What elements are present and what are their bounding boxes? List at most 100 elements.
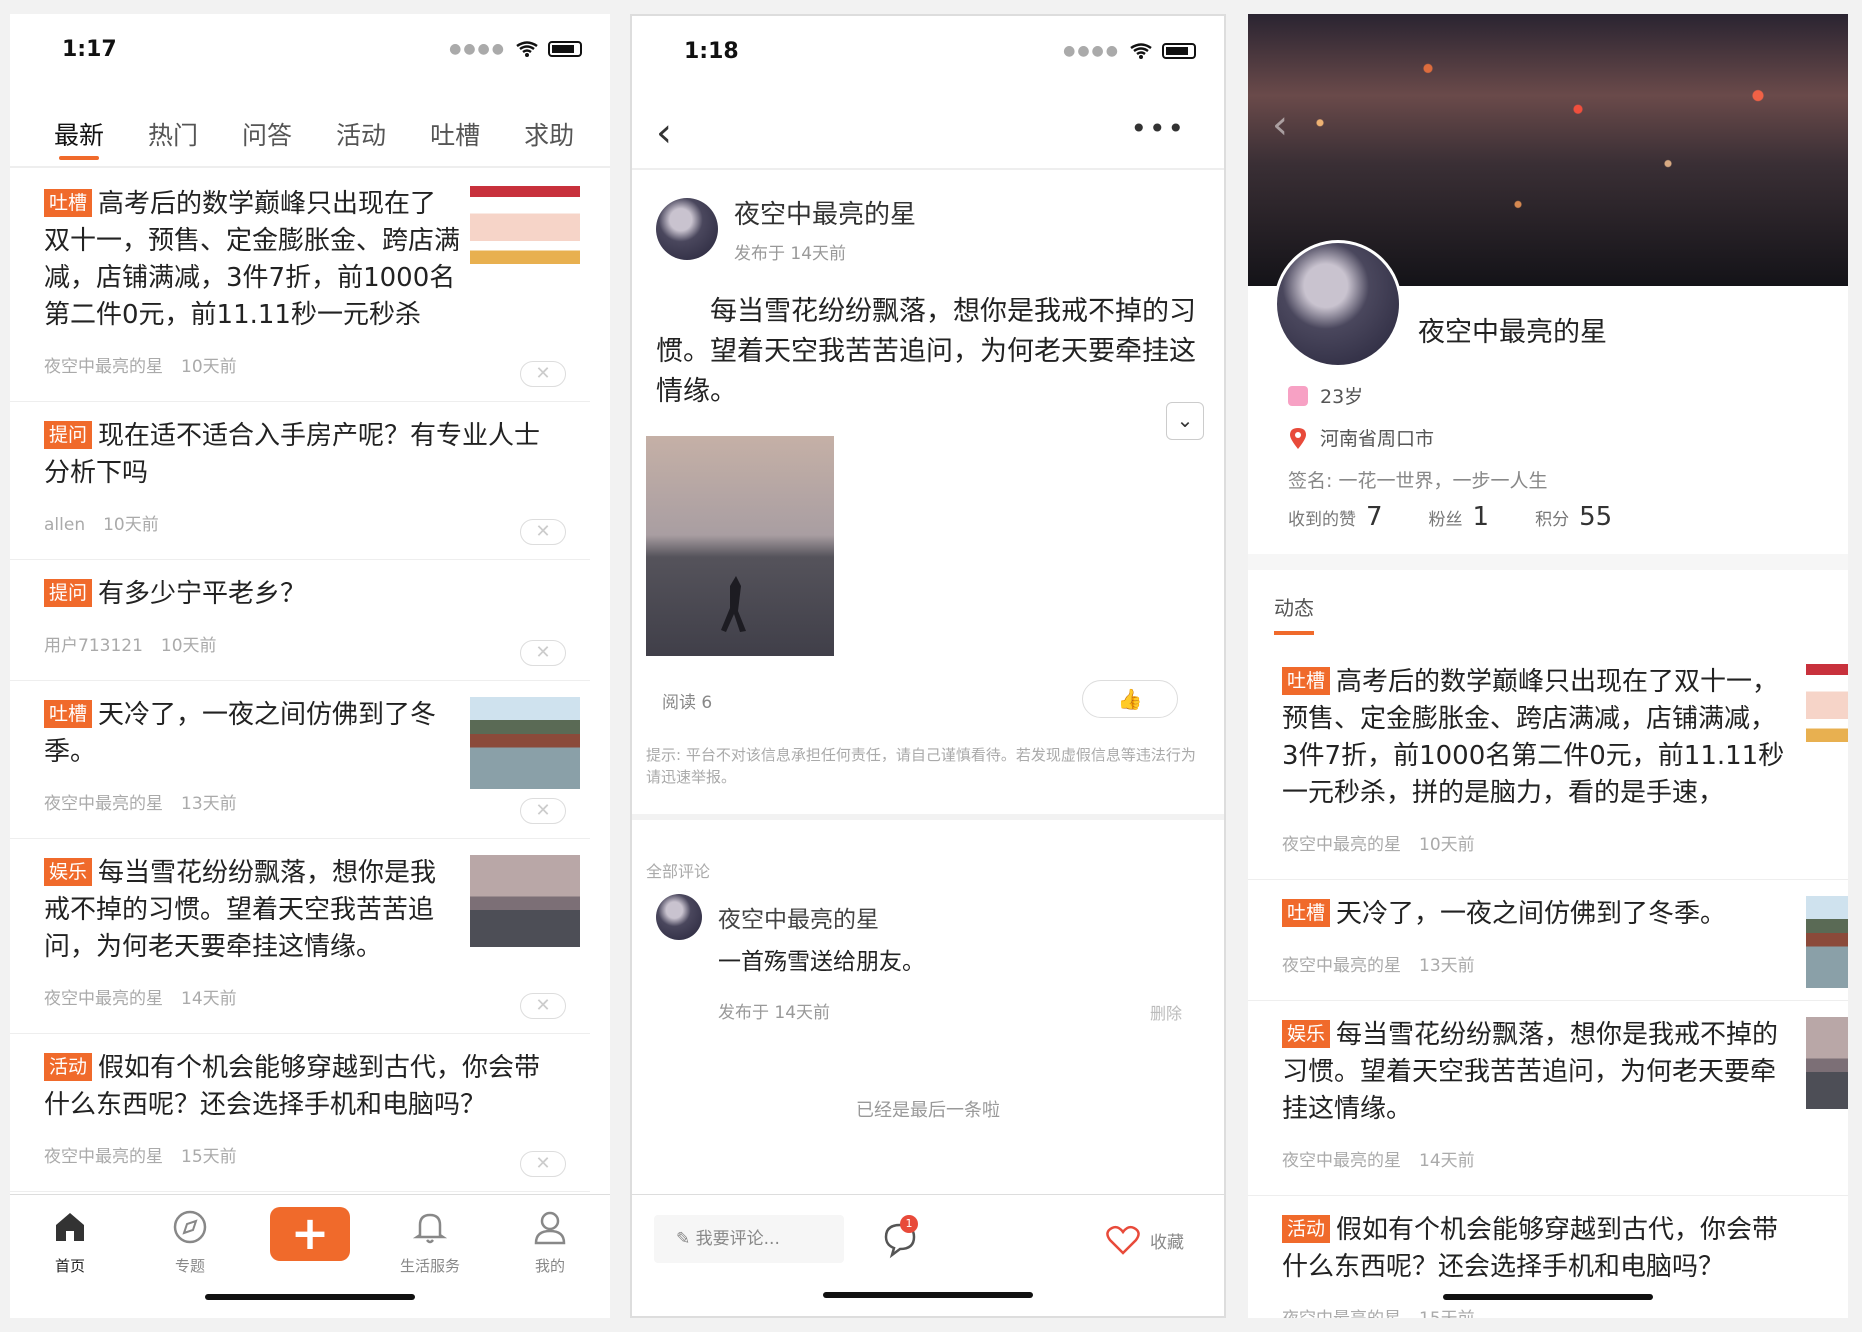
divider	[10, 166, 610, 168]
dismiss-icon[interactable]: ✕	[520, 519, 566, 545]
tab-topics-label: 专题	[174, 1257, 205, 1275]
tab-help[interactable]: 求助	[524, 104, 574, 166]
divider	[1248, 554, 1848, 570]
post-title: 吐槽 高考后的数学巅峰只出现在了双十一，预售、定金膨胀金、跨店满减，店铺满减，3件…	[44, 186, 460, 334]
tab-hot[interactable]: 热门	[148, 104, 198, 166]
post-title: 活动 假如有个机会能够穿越到古代，你会带什么东西呢？还会选择手机和电脑吗？	[1282, 1212, 1788, 1286]
status-time: 1:17	[62, 36, 117, 62]
post-author: 夜空中最亮的星	[44, 1147, 163, 1167]
dismiss-icon[interactable]: ✕	[520, 798, 566, 824]
age-icon	[1288, 385, 1308, 406]
post-author: 夜空中最亮的星	[44, 794, 163, 814]
post-meta: 夜空中最亮的星 13天前	[1282, 951, 1788, 976]
points-stat[interactable]: 积分 55	[1535, 502, 1612, 532]
avatar[interactable]	[1274, 240, 1402, 368]
comment-time: 发布于 14天前	[718, 1003, 831, 1023]
post-time: 发布于 14天前	[734, 244, 847, 264]
user-icon	[534, 1211, 566, 1245]
category-tag: 吐槽	[1282, 899, 1331, 927]
post-time: 10天前	[103, 515, 159, 535]
post-content: 每当雪花纷纷飘落，想你是我戒不掉的习惯。望着天空我苦苦追问，为何老天要牵挂这情缘…	[656, 296, 1196, 407]
favorite-label: 收藏	[1150, 1232, 1184, 1253]
post-thumbnail[interactable]	[1806, 896, 1848, 988]
post-image[interactable]	[646, 436, 834, 656]
tab-latest[interactable]: 最新	[54, 104, 104, 166]
list-item[interactable]: 娱乐 每当雪花纷纷飘落，想你是我戒不掉的习惯。望着天空我苦苦追问，为何老天要牵挂这…	[10, 839, 590, 1034]
post-author[interactable]: 夜空中最亮的星 发布于 14天前	[656, 194, 916, 264]
read-count: 阅读 6	[662, 693, 713, 713]
dismiss-icon[interactable]: ✕	[520, 640, 566, 666]
post-meta: allen 10天前	[44, 510, 556, 535]
post-meta: 夜空中最亮的星 10天前	[44, 352, 460, 377]
end-of-list: 已经是最后一条啦	[856, 1100, 1000, 1121]
home-indicator	[1443, 1294, 1653, 1300]
dismiss-icon[interactable]: ✕	[520, 993, 566, 1019]
post-title-text: 高考后的数学巅峰只出现在了双十一，预售、定金膨胀金、跨店满减，店铺满减，3件7折…	[44, 189, 461, 330]
tab-services[interactable]: 生活服务	[385, 1207, 475, 1318]
list-item[interactable]: 娱乐 每当雪花纷纷飘落，想你是我戒不掉的习惯。望着天空我苦苦追问，为何老天要牵挂这…	[1248, 1001, 1848, 1196]
list-item[interactable]: 活动假如有个机会能够穿越到古代，你会带什么东西呢？还会选择手机和电脑吗？ 夜空中最…	[10, 1034, 590, 1192]
like-button[interactable]: 👍	[1082, 680, 1178, 718]
chevron-down-icon[interactable]: ⌄	[1166, 402, 1204, 440]
post-thumbnail[interactable]	[1806, 1017, 1848, 1109]
post-title-text: 天冷了，一夜之间仿佛到了冬季。	[1336, 899, 1727, 929]
post-title: 吐槽 天冷了，一夜之间仿佛到了冬季。	[1282, 896, 1788, 933]
tab-home[interactable]: 首页	[25, 1207, 115, 1318]
author-name: 夜空中最亮的星	[734, 200, 917, 230]
post-title-text: 假如有个机会能够穿越到古代，你会带什么东西呢？还会选择手机和电脑吗？	[1282, 1215, 1779, 1282]
tab-events[interactable]: 活动	[336, 104, 386, 166]
dismiss-icon[interactable]: ✕	[520, 361, 566, 387]
fans-stat[interactable]: 粉丝 1	[1429, 502, 1490, 532]
post-author: 用户713121	[44, 636, 143, 656]
dismiss-icon[interactable]: ✕	[520, 1151, 566, 1177]
tab-activity[interactable]: 动态	[1274, 592, 1314, 635]
post-thumbnail[interactable]	[470, 855, 580, 947]
signature: 签名: 一花一世界，一步一人生	[1288, 470, 1548, 492]
figure-silhouette-icon	[721, 576, 746, 632]
tab-mine-label: 我的	[534, 1257, 565, 1275]
back-icon[interactable]: ‹	[1272, 102, 1288, 148]
tab-post[interactable]: +	[265, 1207, 355, 1318]
post-author: 夜空中最亮的星	[1282, 1151, 1401, 1171]
post-title: 吐槽 高考后的数学巅峰只出现在了双十一，预售、定金膨胀金、跨店满减，店铺满减，3件…	[1282, 664, 1788, 812]
tab-qa[interactable]: 问答	[242, 104, 292, 166]
wifi-icon	[516, 41, 538, 57]
favorite-button[interactable]: 收藏	[1106, 1225, 1184, 1255]
comment-input[interactable]: ✎ 我要评论...	[654, 1215, 844, 1263]
tab-rant[interactable]: 吐槽	[430, 104, 480, 166]
list-item[interactable]: 吐槽 天冷了，一夜之间仿佛到了冬季。 夜空中最亮的星 13天前 ✕	[10, 681, 590, 839]
heart-icon	[1106, 1225, 1140, 1255]
post-title-text: 有多少宁平老乡？	[98, 579, 307, 609]
post-author: 夜空中最亮的星	[44, 357, 163, 377]
list-item[interactable]: 提问 有多少宁平老乡？ 用户713121 10天前 ✕	[10, 560, 590, 681]
delete-button[interactable]: 删除	[1150, 1000, 1182, 1024]
post-author: 夜空中最亮的星	[1282, 956, 1401, 976]
avatar[interactable]	[656, 894, 702, 940]
post-detail-screen: 1:18 ●●●● ‹ ••• 夜空中最亮的星 发布于 14天前 每当雪花纷纷飘…	[630, 14, 1226, 1318]
post-time: 10天前	[1419, 835, 1475, 855]
tab-mine[interactable]: 我的	[505, 1207, 595, 1318]
list-item[interactable]: 提问 现在适不适合入手房产呢？有专业人士分析下吗 allen 10天前 ✕	[10, 402, 590, 560]
home-icon	[56, 1213, 84, 1241]
back-icon[interactable]: ‹	[656, 110, 672, 156]
likes-stat[interactable]: 收到的赞 7	[1288, 502, 1383, 532]
post-time: 13天前	[181, 794, 237, 814]
category-tag: 吐槽	[44, 189, 93, 217]
post-title: 活动 假如有个机会能够穿越到古代，你会带什么东西呢？还会选择手机和电脑吗？	[44, 1050, 556, 1124]
post-thumbnail[interactable]	[470, 697, 580, 789]
list-item[interactable]: 吐槽 高考后的数学巅峰只出现在了双十一，预售、定金膨胀金、跨店满减，店铺满减，3件…	[1248, 648, 1848, 880]
tab-topics[interactable]: 专题	[145, 1207, 235, 1318]
compass-icon	[173, 1210, 207, 1244]
battery-icon	[548, 41, 582, 57]
post-title-text: 高考后的数学巅峰只出现在了双十一，预售、定金膨胀金、跨店满减，店铺满减，3件7折…	[1282, 667, 1785, 808]
more-icon[interactable]: •••	[1130, 112, 1186, 145]
post-meta: 夜空中最亮的星 14天前	[44, 984, 460, 1009]
list-item[interactable]: 吐槽 高考后的数学巅峰只出现在了双十一，预售、定金膨胀金、跨店满减，店铺满减，3件…	[10, 170, 590, 402]
post-thumbnail[interactable]	[1806, 664, 1848, 756]
profile-screen: ‹ 夜空中最亮的星 23岁 河南省周口市 签名: 一花一世界，一步一人生 收到的…	[1248, 14, 1848, 1318]
post-thumbnail[interactable]	[470, 186, 580, 278]
category-tag: 提问	[44, 579, 93, 607]
home-indicator	[823, 1292, 1033, 1298]
list-item[interactable]: 吐槽 天冷了，一夜之间仿佛到了冬季。夜空中最亮的星 13天前	[1248, 880, 1848, 1001]
post-title-text: 假如有个机会能够穿越到古代，你会带什么东西呢？还会选择手机和电脑吗？	[44, 1053, 541, 1120]
